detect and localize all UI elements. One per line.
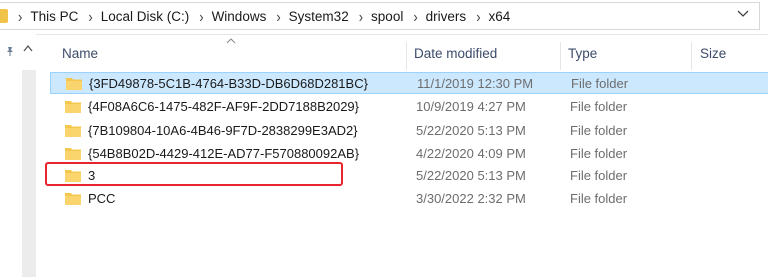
chevron-right-icon[interactable]: › [476,7,480,25]
file-explorer-window: › This PC › Local Disk (C:) › Windows › … [0,0,768,277]
file-name: {3FD49878-5C1B-4764-B33D-DB6D68D281BC} [89,76,368,91]
file-name: {7B109804-10A6-4B46-9F7D-2838299E3AD2} [88,123,358,138]
folder-icon [65,148,81,160]
breadcrumb-windows[interactable]: Windows [212,9,267,24]
file-type: File folder [570,146,628,161]
file-date-modified: 5/22/2020 5:13 PM [416,123,526,138]
highlight-annotation [45,162,343,186]
file-type: File folder [570,168,628,183]
file-type: File folder [570,99,628,114]
navigation-pane [0,34,36,277]
folder-icon [66,78,82,90]
column-divider[interactable] [406,42,407,70]
column-header-type[interactable]: Type [568,46,597,61]
column-divider[interactable] [560,42,561,70]
breadcrumb-spool[interactable]: spool [371,9,403,24]
column-header-date-modified[interactable]: Date modified [414,46,497,61]
file-name: {4F08A6C6-1475-482F-AF9F-2DD7188B2029} [88,99,360,114]
file-row[interactable]: {7B109804-10A6-4B46-9F7D-2838299E3AD2} 5… [50,120,768,142]
address-bar[interactable]: › This PC › Local Disk (C:) › Windows › … [0,0,768,35]
breadcrumb-drivers[interactable]: drivers [426,9,467,24]
folder-icon [65,193,81,205]
breadcrumb-x64[interactable]: x64 [489,9,511,24]
chevron-right-icon[interactable]: › [88,7,92,25]
column-header-name[interactable]: Name [62,46,98,61]
folder-icon [0,9,8,23]
breadcrumb-this-pc[interactable]: This PC [30,9,78,24]
file-row[interactable]: PCC 3/30/2022 2:32 PM File folder [50,188,768,210]
file-type: File folder [570,123,628,138]
column-headers: Name Date modified Type Size [36,34,768,72]
chevron-right-icon: › [18,7,23,25]
file-row[interactable]: {3FD49878-5C1B-4764-B33D-DB6D68D281BC} 1… [50,72,768,94]
breadcrumb-system32[interactable]: System32 [289,9,349,24]
breadcrumb-local-disk[interactable]: Local Disk (C:) [101,9,190,24]
file-date-modified: 10/9/2019 4:27 PM [416,99,526,114]
file-date-modified: 4/22/2020 4:09 PM [416,146,526,161]
chevron-down-icon[interactable] [737,8,749,18]
file-type: File folder [570,191,628,206]
chevron-right-icon[interactable]: › [413,7,417,25]
file-name: PCC [88,191,116,206]
file-date-modified: 5/22/2020 5:13 PM [416,168,526,183]
folder-icon [65,125,81,137]
sort-ascending-icon [226,38,236,44]
file-date-modified: 3/30/2022 2:32 PM [416,191,526,206]
column-divider[interactable] [691,42,692,70]
breadcrumb[interactable]: › This PC › Local Disk (C:) › Windows › … [0,2,760,30]
column-header-size[interactable]: Size [700,46,726,61]
chevron-right-icon[interactable]: › [359,7,363,25]
scrollbar[interactable] [22,70,36,277]
pin-icon[interactable] [5,46,15,56]
folder-icon [65,101,81,113]
scroll-up-icon[interactable] [23,44,33,52]
chevron-right-icon[interactable]: › [276,7,280,25]
file-date-modified: 11/1/2019 12:30 PM [417,76,534,91]
file-row[interactable]: {4F08A6C6-1475-482F-AF9F-2DD7188B2029} 1… [50,96,768,118]
chevron-right-icon[interactable]: › [199,7,203,25]
file-name: {54B8B02D-4429-412E-AD77-F570880092AB} [88,146,360,161]
file-type: File folder [571,76,629,91]
